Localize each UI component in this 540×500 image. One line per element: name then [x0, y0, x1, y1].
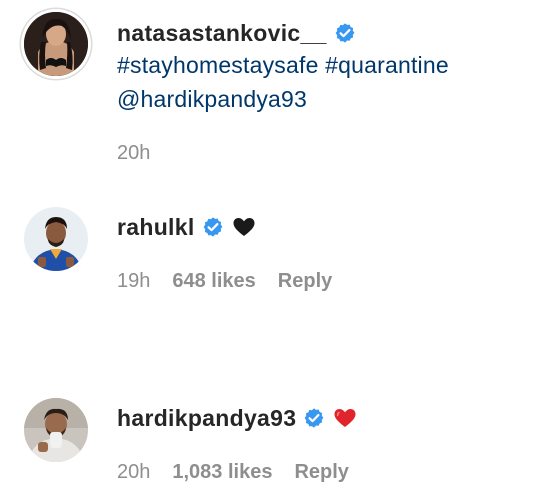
comment-header: rahulkl [117, 212, 256, 242]
username[interactable]: natasastankovic__ [117, 20, 327, 47]
comment-header: natasastankovic__ [117, 18, 356, 48]
comment-timestamp[interactable]: 19h [117, 270, 150, 293]
avatar[interactable] [24, 398, 88, 462]
comment-header: hardikpandya93 [117, 403, 357, 433]
reply-button[interactable]: Reply [278, 270, 332, 293]
avatar[interactable] [24, 207, 88, 271]
comment-meta: 20h 1,083 likes Reply [117, 461, 349, 484]
profile-photo-icon [24, 207, 88, 271]
comment-timestamp[interactable]: 20h [117, 461, 150, 484]
username[interactable]: hardikpandya93 [117, 405, 296, 432]
black-heart-icon [232, 216, 256, 238]
verified-badge-icon [303, 407, 325, 429]
comment-timestamp[interactable]: 20h [117, 142, 150, 165]
comment-text-line-2: @hardikpandya93 [117, 86, 307, 113]
mention-link[interactable]: @hardikpandya93 [117, 86, 307, 112]
reply-button[interactable]: Reply [294, 461, 348, 484]
verified-badge-icon [334, 22, 356, 44]
likes-count[interactable]: 648 likes [172, 270, 255, 293]
comment-meta: 19h 648 likes Reply [117, 270, 332, 293]
hashtag-link[interactable]: #quarantine [325, 52, 449, 78]
profile-photo-icon [24, 398, 88, 462]
red-heart-icon [333, 407, 357, 429]
avatar[interactable] [24, 12, 88, 76]
username[interactable]: rahulkl [117, 214, 195, 241]
profile-photo-icon [24, 12, 88, 76]
likes-count[interactable]: 1,083 likes [172, 461, 272, 484]
comment-text-line-1: #stayhomestaysafe #quarantine [117, 52, 449, 79]
hashtag-link[interactable]: #stayhomestaysafe [117, 52, 319, 78]
comment-meta: 20h [117, 142, 150, 165]
verified-badge-icon [202, 216, 224, 238]
